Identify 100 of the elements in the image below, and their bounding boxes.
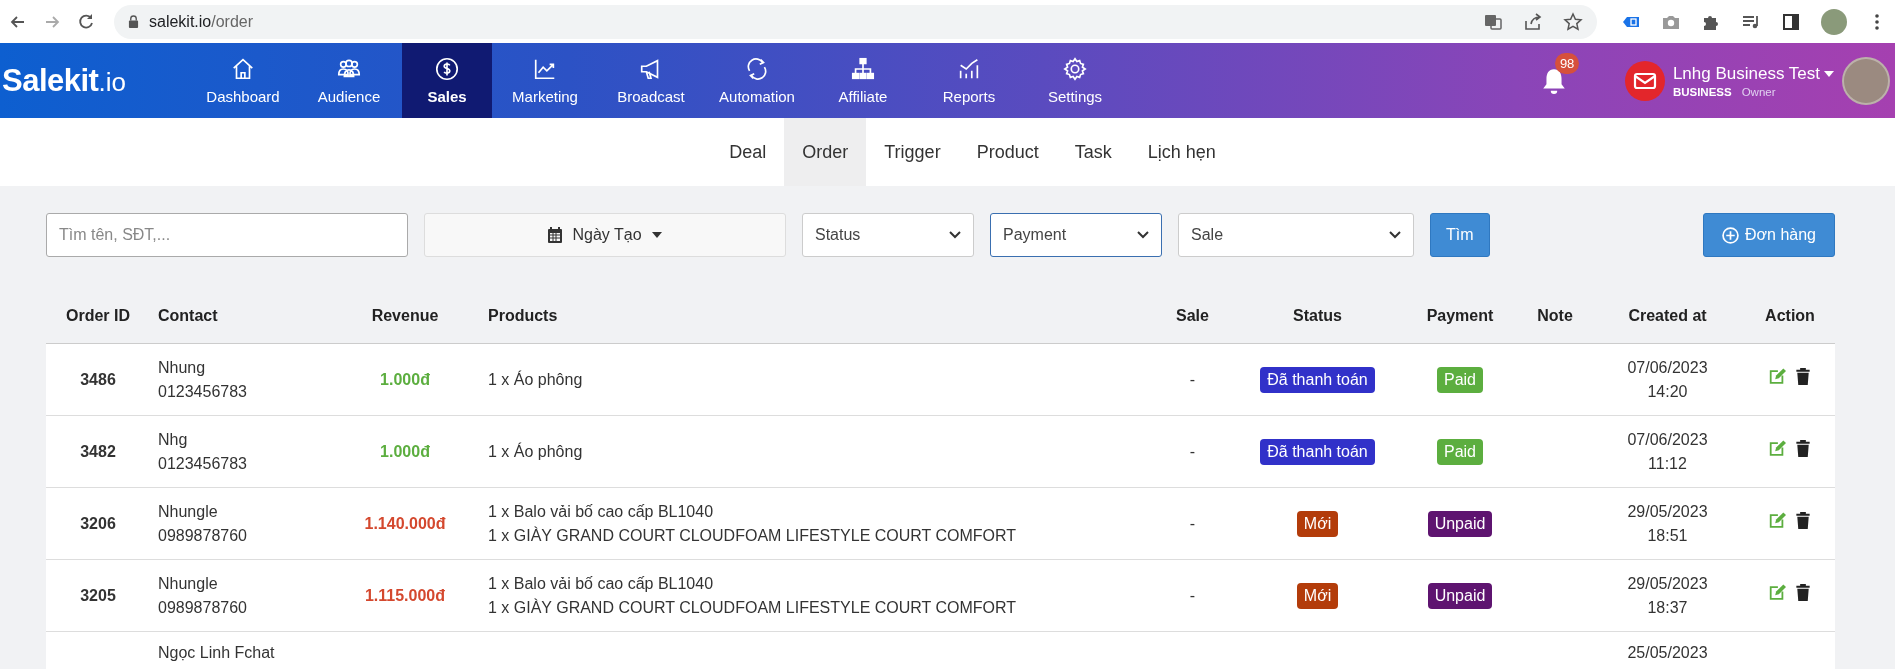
chevron-down-icon (1137, 231, 1149, 239)
date-filter-button[interactable]: Ngày Tạo (424, 213, 786, 257)
order-id: 3206 (80, 514, 116, 532)
column-header: Created at (1628, 306, 1707, 324)
sale-value: - (1189, 586, 1196, 604)
search-field[interactable]: Tìm tên, SĐT,... (46, 213, 408, 257)
column-header: Payment (1426, 306, 1494, 324)
trash-icon[interactable] (1794, 510, 1812, 530)
add-order-button[interactable]: Đơn hàng (1703, 213, 1835, 257)
chevron-down-icon (1389, 231, 1401, 239)
order-id: 3482 (80, 442, 116, 460)
nav-item[interactable]: Dashboard (190, 43, 296, 118)
sale-dropdown[interactable]: Sale (1178, 213, 1414, 257)
notification-count: 98 (1554, 52, 1580, 74)
payment-badge: Paid (1437, 366, 1483, 393)
column-header: Order ID (66, 306, 130, 324)
product-line: 1 x Balo vải bố cao cấp BL1040 (488, 501, 715, 522)
column-header: Contact (158, 306, 218, 324)
tab[interactable]: Order (784, 118, 867, 186)
status-badge: Mới (1296, 582, 1339, 609)
house-icon (230, 56, 256, 82)
product-line: 1 x Áo phông (488, 369, 584, 390)
created-date: 29/05/2023 (1626, 573, 1709, 594)
created-date: 07/06/2023 (1626, 357, 1709, 378)
column-header: Products (488, 306, 558, 324)
trash-icon[interactable] (1794, 582, 1812, 602)
nav-item[interactable]: Sales (402, 43, 492, 118)
nav-item[interactable]: Broadcast (598, 43, 704, 118)
mail-icon[interactable] (1624, 60, 1665, 101)
created-date: 29/05/2023 (1626, 501, 1709, 522)
user-avatar[interactable] (1842, 56, 1890, 105)
revenue-amount: 1.000đ (380, 442, 430, 460)
payment-badge: Paid (1437, 438, 1483, 465)
column-header: Note (1537, 306, 1573, 324)
plus-circle-icon (1722, 226, 1739, 244)
profile-avatar[interactable] (1821, 8, 1847, 35)
status-dropdown[interactable]: Status (802, 213, 974, 257)
tab[interactable]: Product (958, 118, 1057, 186)
contact-name: Nhung (158, 357, 207, 378)
tab[interactable]: Lịch hẹn (1129, 118, 1234, 186)
payment-dropdown[interactable]: Payment (990, 213, 1162, 257)
contact-phone: 0989878760 (158, 597, 248, 618)
nav-item[interactable]: Reports (916, 43, 1022, 118)
product-line: 1 x Balo vải bố cao cấp BL1040 (488, 573, 715, 594)
side-panel-icon[interactable] (1781, 11, 1801, 32)
sale-value: - (1189, 442, 1196, 460)
share-icon[interactable] (1523, 11, 1543, 32)
product-line: 1 x GIÀY GRAND COURT CLOUDFOAM LIFESTYLE COURT COMFORT (488, 597, 1018, 618)
edit-icon[interactable] (1768, 438, 1786, 458)
trash-icon[interactable] (1794, 438, 1812, 458)
created-date: 07/06/2023 (1626, 429, 1709, 450)
order-id: 3486 (80, 370, 116, 388)
url-host: salekit.io (149, 12, 212, 31)
revenue-amount: 1.115.000đ (364, 586, 446, 604)
chevron-down-icon (949, 231, 961, 239)
column-header: Action (1765, 306, 1815, 324)
nav-item[interactable]: Automation (704, 43, 810, 118)
payment-badge: Unpaid (1427, 510, 1493, 537)
nav-item[interactable]: Audience (296, 43, 402, 118)
contact-phone: 0123456783 (158, 453, 248, 474)
caret-icon[interactable] (1824, 70, 1834, 77)
sale-value: - (1189, 370, 1196, 388)
bell-icon[interactable] (1540, 66, 1567, 95)
edit-icon[interactable] (1768, 582, 1786, 602)
plan-label: BUSINESS (1672, 85, 1732, 98)
search-button[interactable]: Tìm (1430, 213, 1490, 257)
caret-icon (651, 232, 662, 238)
tab[interactable]: Deal (711, 118, 785, 186)
nav-item[interactable]: Affiliate (810, 43, 916, 118)
star-icon[interactable] (1563, 11, 1583, 32)
column-header: Revenue (371, 306, 439, 324)
payment-badge: Unpaid (1427, 582, 1493, 609)
nav-item[interactable]: Settings (1022, 43, 1128, 118)
created-time: 11:12 (1647, 453, 1688, 474)
contact-name: Nhg (158, 429, 189, 450)
edit-icon[interactable] (1768, 366, 1786, 386)
contact-name: Ngọc Linh Fchat (158, 643, 276, 663)
contact-name: Nhungle (158, 573, 219, 594)
created-date: 25/05/2023 (1626, 643, 1709, 663)
contact-phone: 0123456783 (158, 381, 248, 402)
sale-value: - (1189, 514, 1196, 532)
tab[interactable]: Task (1056, 118, 1130, 186)
url-path: /order (211, 12, 254, 31)
tab[interactable]: Trigger (866, 118, 959, 186)
nav-item[interactable]: Marketing (492, 43, 598, 118)
user-name[interactable]: Lnhg Business Test (1672, 63, 1820, 84)
hierarchy-icon (850, 56, 876, 82)
contact-name: Nhungle (158, 501, 219, 522)
dollar-icon (434, 56, 460, 82)
created-time: 18:51 (1646, 525, 1689, 546)
revenue-amount: 1.000đ (380, 370, 430, 388)
contact-phone: 0989878760 (158, 525, 248, 546)
edit-icon[interactable] (1768, 510, 1786, 530)
trash-icon[interactable] (1794, 366, 1812, 386)
created-time: 14:20 (1646, 381, 1689, 402)
lock-icon (128, 15, 139, 28)
revenue-amount: 1.140.000đ (364, 514, 446, 532)
address-bar[interactable]: salekit.io/order (114, 4, 1597, 39)
role-label: Owner (1741, 85, 1776, 98)
logo[interactable]: Salekit.io (0, 43, 190, 118)
